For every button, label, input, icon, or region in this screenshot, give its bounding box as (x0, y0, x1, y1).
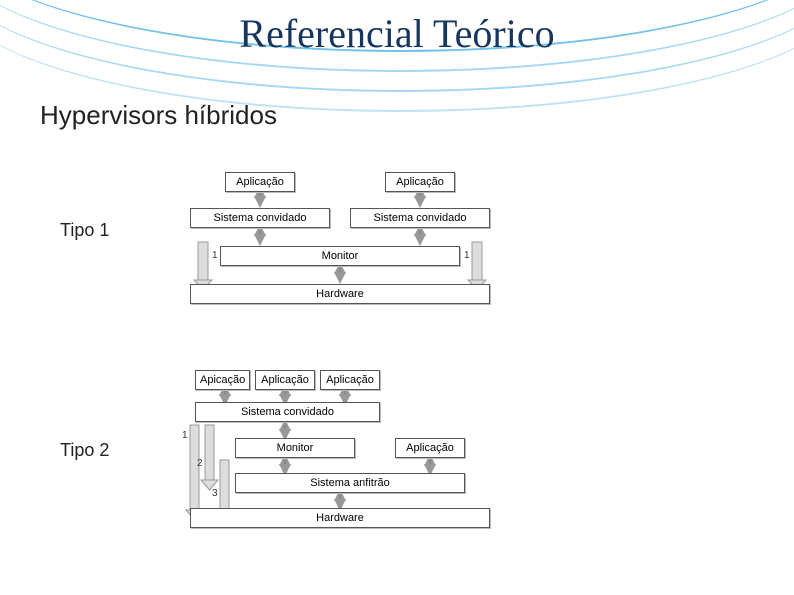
d1-guest-right: Sistema convidado (350, 208, 490, 228)
d2-num3: 3 (212, 488, 218, 499)
d1-monitor: Monitor (220, 246, 460, 266)
d1-num-right: 1 (464, 250, 470, 261)
diagram2-arrows (170, 370, 510, 560)
subtitle: Hypervisors híbridos (40, 100, 277, 131)
d2-aplic-side: Aplicação (395, 438, 465, 458)
d1-app-left: Aplicação (225, 172, 295, 192)
d2-app3: Aplicação (320, 370, 380, 390)
d1-guest-left: Sistema convidado (190, 208, 330, 228)
d2-monitor: Monitor (235, 438, 355, 458)
slide-header: Referencial Teórico (0, 0, 794, 80)
slide: Referencial Teórico Hypervisors híbridos… (0, 0, 794, 595)
d2-guest: Sistema convidado (195, 402, 380, 422)
d2-host: Sistema anfitrão (235, 473, 465, 493)
d2-num2: 2 (197, 458, 203, 469)
type1-label: Tipo 1 (60, 220, 109, 241)
d2-num1: 1 (182, 430, 188, 441)
d2-app1: Apicação (195, 370, 250, 390)
d1-hardware: Hardware (190, 284, 490, 304)
d1-num-left: 1 (212, 250, 218, 261)
d2-app2: Aplicação (255, 370, 315, 390)
type2-label: Tipo 2 (60, 440, 109, 461)
d1-app-right: Aplicação (385, 172, 455, 192)
page-title: Referencial Teórico (0, 10, 794, 57)
d2-hardware: Hardware (190, 508, 490, 528)
